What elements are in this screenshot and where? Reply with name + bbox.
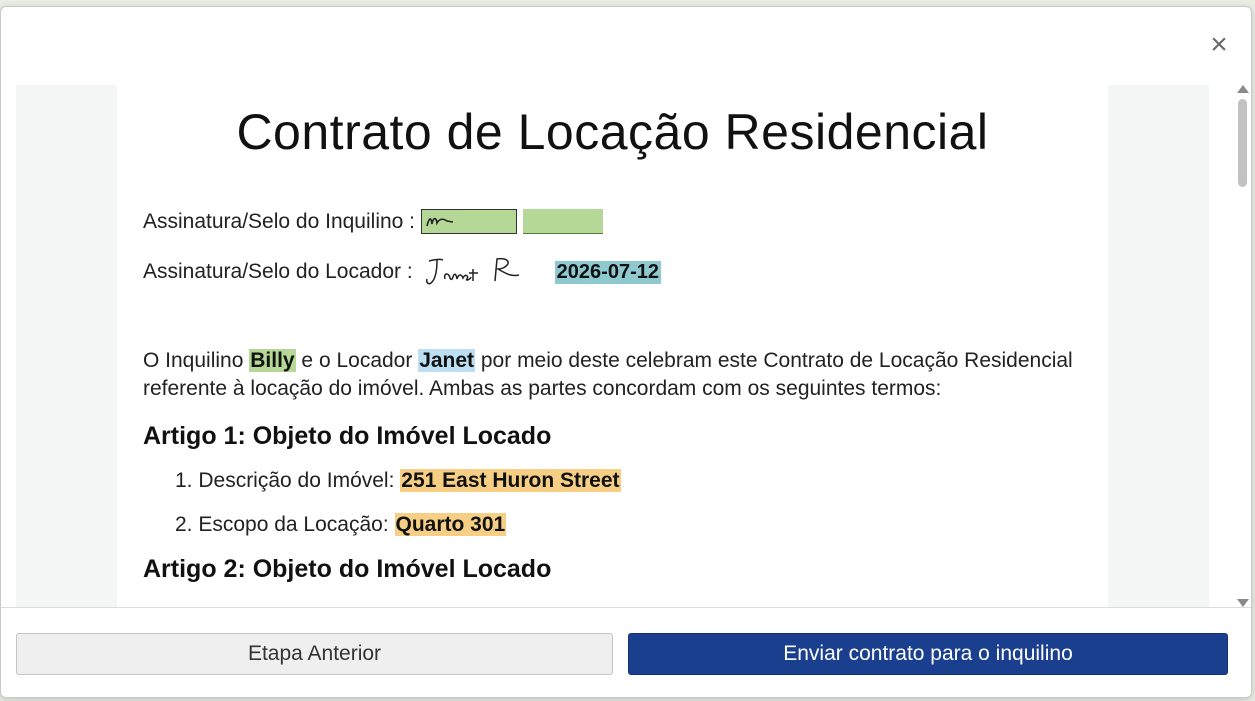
landlord-name: Janet [418, 349, 476, 372]
tenant-name: Billy [249, 349, 296, 372]
document-viewer[interactable]: Contrato de Locação Residencial Assinatu… [16, 85, 1209, 607]
property-description-value: 251 East Huron Street [400, 469, 621, 492]
tenant-signature-scribble [426, 217, 454, 227]
previous-step-button[interactable]: Etapa Anterior [16, 633, 613, 675]
article-1-heading: Artigo 1: Objeto do Imóvel Locado [143, 422, 552, 450]
contract-dialog: × Contrato de Locação Residencial Assina… [0, 6, 1252, 698]
tenant-signature-label: Assinatura/Selo do Inquilino : [143, 209, 416, 233]
paragraph-text: O Inquilino [143, 349, 250, 372]
document-title: Contrato de Locação Residencial [236, 104, 989, 160]
landlord-signature-image [425, 257, 519, 285]
tenant-signature-field[interactable] [421, 209, 518, 234]
dialog-footer: Etapa Anterior Enviar contrato para o in… [1, 607, 1251, 697]
rental-scope-value: Quarto 301 [394, 513, 507, 536]
article-2-heading: Artigo 2: Objeto do Imóvel Locado [143, 555, 552, 583]
contract-intro-paragraph: O Inquilino Billy e o Locador Janet por … [143, 347, 1083, 403]
close-icon[interactable]: × [1205, 30, 1233, 60]
tenant-signature-row: Assinatura/Selo do Inquilino : [143, 209, 604, 234]
send-contract-button[interactable]: Enviar contrato para o inquilino [628, 633, 1228, 675]
arrow-down-icon[interactable] [1237, 599, 1249, 607]
list-item: 2. Escopo da Locação: Quarto 301 [175, 513, 507, 537]
landlord-signature-row: Assinatura/Selo do Locador : 2026-07-12 [143, 255, 661, 289]
arrow-up-icon[interactable] [1237, 85, 1249, 93]
rental-scope-label: 2. Escopo da Locação: [175, 513, 395, 536]
paragraph-text: e o Locador [295, 349, 419, 372]
property-description-label: 1. Descrição do Imóvel: [175, 469, 401, 492]
signature-date: 2026-07-12 [554, 260, 661, 284]
list-item: 1. Descrição do Imóvel: 251 East Huron S… [175, 469, 621, 493]
landlord-signature-label: Assinatura/Selo do Locador : [143, 260, 413, 283]
vertical-scrollbar[interactable] [1235, 85, 1249, 607]
scrollbar-thumb[interactable] [1238, 99, 1247, 187]
document-page: Contrato de Locação Residencial Assinatu… [117, 85, 1108, 607]
tenant-stamp-field[interactable] [523, 209, 604, 234]
